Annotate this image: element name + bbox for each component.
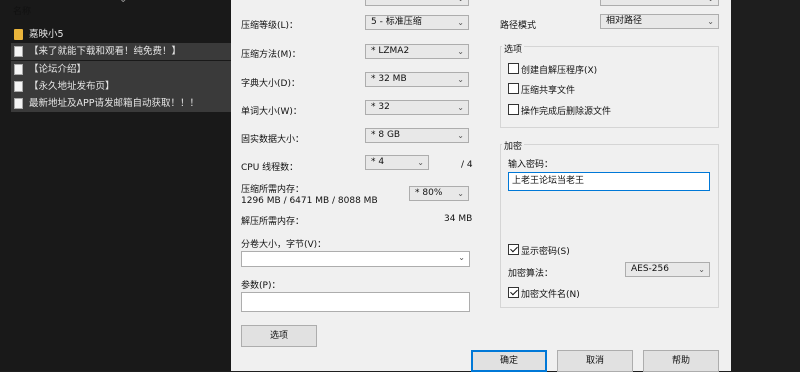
list-item[interactable]: 【来了就能下载和观看！纯免费！】 — [11, 43, 231, 60]
sfx-label: 创建自解压程序(X) — [521, 66, 598, 76]
encrypt-names-checkbox[interactable] — [508, 287, 519, 298]
word-size-select[interactable]: * 32 ⌄ — [365, 100, 469, 115]
encryption-method-label: 加密算法： — [508, 269, 554, 279]
memory-usage-select[interactable]: * 80% ⌄ — [409, 186, 469, 201]
path-mode-select[interactable]: 相对路径 ⌄ — [600, 14, 719, 29]
list-item[interactable]: 嘉映小5 — [11, 26, 231, 43]
compression-level-label: 压缩等级(L)： — [241, 21, 299, 31]
solid-block-size-select[interactable]: * 8 GB ⌄ — [365, 128, 469, 143]
solid-block-size-label: 固实数据大小： — [241, 135, 305, 145]
chevron-down-icon: ⌄ — [457, 131, 464, 140]
list-item[interactable]: 【论坛介绍】 — [11, 61, 231, 78]
sort-chevron-icon: ⌄ — [119, 0, 127, 5]
document-icon — [14, 81, 23, 92]
list-item[interactable]: 最新地址及APP请发邮箱自动获取！！！ — [11, 95, 231, 112]
decompress-memory-value: 34 MB — [444, 214, 473, 224]
sfx-checkbox[interactable] — [508, 63, 519, 74]
file-name: 最新地址及APP请发邮箱自动获取！！！ — [29, 98, 199, 109]
file-name: 嘉映小5 — [29, 29, 64, 40]
list-item[interactable]: 【永久地址发布页】 — [11, 78, 231, 95]
compress-memory-label: 压缩所需内存： — [241, 185, 305, 195]
delete-after-label: 操作完成后删除源文件 — [521, 107, 612, 117]
archive-format-select[interactable]: ⌄ — [365, 0, 469, 6]
document-icon — [14, 64, 23, 75]
path-mode-label: 路径模式 — [500, 21, 537, 31]
document-icon — [14, 46, 23, 57]
encryption-method-select[interactable]: AES-256 ⌄ — [625, 262, 710, 277]
chevron-down-icon: ⌄ — [457, 47, 464, 56]
background-panel — [731, 0, 800, 371]
cancel-button[interactable]: 取消 — [557, 350, 633, 372]
split-volumes-input[interactable]: ⌄ — [241, 251, 470, 267]
column-name-label: 名称 — [13, 7, 32, 17]
chevron-down-icon: ⌄ — [457, 75, 464, 84]
password-label: 输入密码： — [508, 160, 554, 170]
cpu-threads-select[interactable]: * 4 ⌄ — [365, 155, 429, 170]
encryption-group-title: 加密 — [502, 139, 525, 152]
parameters-input[interactable] — [241, 292, 470, 312]
explorer-column-header[interactable]: 名称 ⌄ — [0, 0, 231, 22]
chevron-down-icon: ⌄ — [417, 158, 424, 167]
cpu-threads-label: CPU 线程数： — [241, 163, 299, 173]
shared-files-label: 压缩共享文件 — [521, 86, 576, 96]
chevron-down-icon: ⌄ — [457, 103, 464, 112]
password-input[interactable]: 上老王论坛当老王 — [508, 172, 710, 191]
chevron-down-icon: ⌄ — [457, 18, 464, 27]
chevron-down-icon: ⌄ — [698, 265, 705, 274]
options-group-title: 选项 — [502, 42, 525, 55]
update-mode-select[interactable]: ⌄ — [600, 0, 719, 6]
compression-level-select[interactable]: 5 - 标准压缩 ⌄ — [365, 15, 469, 30]
show-password-label: 显示密码(S) — [521, 247, 570, 257]
compress-memory-detail: 1296 MB / 6471 MB / 8088 MB — [241, 196, 378, 206]
word-size-label: 单词大小(W)： — [241, 107, 302, 117]
shared-files-checkbox[interactable] — [508, 83, 519, 94]
chevron-down-icon: ⌄ — [707, 17, 714, 26]
folder-icon — [14, 29, 23, 40]
file-name: 【来了就能下载和观看！纯免费！】 — [29, 46, 182, 57]
dictionary-size-select[interactable]: * 32 MB ⌄ — [365, 72, 469, 87]
dictionary-size-label: 字典大小(D)： — [241, 79, 300, 89]
file-explorer-panel: 名称 ⌄ 嘉映小5 【来了就能下载和观看！纯免费！】 【论坛介绍】 【永久地址发… — [0, 0, 231, 371]
ok-button[interactable]: 确定 — [471, 350, 547, 372]
compression-method-select[interactable]: * LZMA2 ⌄ — [365, 44, 469, 59]
delete-after-checkbox[interactable] — [508, 104, 519, 115]
compression-method-label: 压缩方法(M)： — [241, 50, 301, 60]
chevron-down-icon: ⌄ — [457, 189, 464, 198]
document-icon — [14, 98, 23, 109]
show-password-checkbox[interactable] — [508, 244, 519, 255]
encrypt-names-label: 加密文件名(N) — [521, 290, 580, 300]
file-name: 【永久地址发布页】 — [29, 81, 115, 92]
add-to-archive-dialog: ⌄ ⌄ 压缩等级(L)： 5 - 标准压缩⌄ 压缩方法(M)： * LZMA2⌄… — [231, 0, 731, 372]
split-volumes-label: 分卷大小，字节(V)： — [241, 240, 327, 250]
decompress-memory-label: 解压所需内存： — [241, 217, 305, 227]
chevron-down-icon: ⌄ — [458, 253, 465, 262]
cpu-threads-max: / 4 — [461, 160, 473, 170]
options-button[interactable]: 选项 — [241, 325, 317, 347]
parameters-label: 参数(P)： — [241, 281, 281, 291]
help-button[interactable]: 帮助 — [643, 350, 719, 372]
file-name: 【论坛介绍】 — [29, 64, 87, 75]
